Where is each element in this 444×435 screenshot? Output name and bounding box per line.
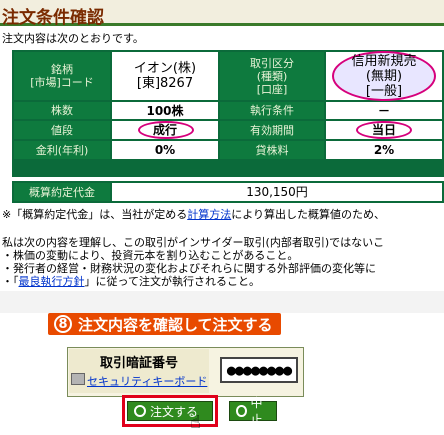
label-shares: 株数 bbox=[14, 102, 110, 119]
value-trade-type: 信用新規売 (無期) [一般] bbox=[351, 53, 417, 99]
step-banner: 8 注文内容を確認して注文する bbox=[48, 313, 281, 335]
value-price-cell: 成行 bbox=[112, 121, 218, 139]
value-estimated-total: 130,150円 bbox=[112, 183, 442, 201]
blurred-text bbox=[0, 291, 444, 313]
label-estimated-total: 概算約定代金 bbox=[14, 183, 110, 201]
label-interest: 金利(年利) bbox=[14, 141, 110, 159]
value-interest: 0% bbox=[112, 141, 218, 159]
cancel-button[interactable]: 中止 bbox=[229, 396, 277, 427]
label-lending-fee: 貸株料 bbox=[220, 141, 324, 159]
value-lending-fee: 2% bbox=[326, 141, 442, 159]
calc-method-link[interactable]: 計算方法 bbox=[187, 208, 231, 221]
pin-label: 取引暗証番号 bbox=[99, 356, 178, 371]
value-price: 成行 bbox=[152, 123, 177, 137]
step-text: 注文内容を確認して注文する bbox=[78, 315, 273, 334]
label-validity: 有効期間 bbox=[220, 121, 324, 139]
keyboard-icon bbox=[71, 373, 85, 385]
value-validity: 当日 bbox=[371, 123, 396, 137]
calc-note: ※「概算約定代金」は、当社が定める計算方法により算出した概算値のため、 bbox=[2, 208, 385, 221]
consent-text: 私は次の内容を理解し、この取引がインサイダー取引(内部者取引)ではないこ ・株価… bbox=[2, 236, 385, 288]
value-trade-type-cell: 信用新規売 (無期) [一般] bbox=[326, 51, 442, 101]
label-price: 値段 bbox=[14, 121, 110, 139]
step-number: 8 bbox=[54, 315, 72, 333]
value-validity-cell: 当日 bbox=[326, 121, 442, 139]
hand-cursor-icon: ☝ bbox=[190, 412, 201, 433]
circle-icon bbox=[134, 405, 146, 417]
page-subtitle: 注文内容は次のとおりです。 bbox=[2, 32, 144, 45]
pin-input[interactable] bbox=[220, 357, 298, 383]
value-shares: 100株 bbox=[112, 102, 218, 119]
best-execution-link[interactable]: 最良執行方針 bbox=[19, 275, 85, 288]
security-keyboard-link[interactable]: セキュリティキーボード bbox=[87, 373, 207, 389]
page-title: 注文条件確認 bbox=[0, 0, 444, 28]
no-entry-icon bbox=[236, 405, 247, 417]
pin-section: 取引暗証番号 セキュリティキーボード bbox=[67, 347, 304, 397]
label-trade-type: 取引区分 (種類) [口座] bbox=[220, 52, 324, 100]
label-issue: 銘柄 [市場]コード bbox=[14, 52, 110, 100]
value-issue: イオン(株) [東]8267 bbox=[112, 52, 218, 100]
order-table: 銘柄 [市場]コード イオン(株) [東]8267 取引区分 (種類) [口座]… bbox=[12, 50, 444, 177]
label-exec-condition: 執行条件 bbox=[220, 102, 324, 119]
total-row: 概算約定代金 130,150円 bbox=[12, 181, 444, 203]
value-exec-condition: － bbox=[326, 102, 442, 119]
